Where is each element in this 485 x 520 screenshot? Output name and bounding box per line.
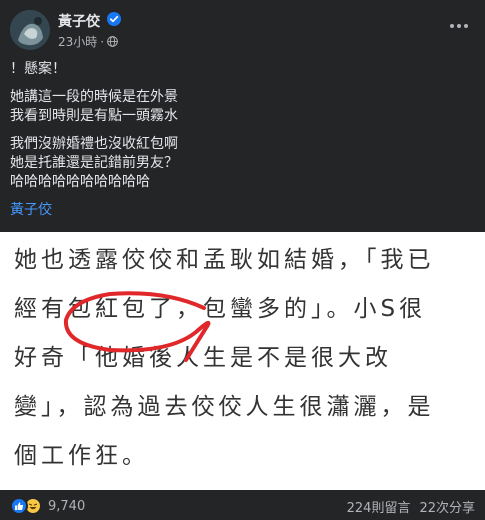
- reactions-summary[interactable]: 9,740: [10, 497, 85, 515]
- post-text-line: 她是托誰還是記錯前男友？: [10, 155, 178, 171]
- news-text-line: 變」，認為過去佼佼人生很瀟灑，是: [14, 394, 435, 420]
- more-options-icon[interactable]: [445, 16, 473, 36]
- post-meta: 23小時 ·: [58, 33, 118, 50]
- author-avatar[interactable]: [10, 10, 50, 50]
- post-stats: 224則留言 22次分享: [347, 497, 475, 516]
- post-text-line: 她講這一段的時候是在外景: [10, 89, 178, 105]
- news-text-line: 經有包紅包了，包蠻多的」。小S很: [14, 296, 427, 322]
- news-text-line: 她也透露佼佼和孟耿如結婚，「我已: [14, 247, 435, 273]
- reaction-count: 9,740: [48, 498, 86, 514]
- post-text-line: 我看到時則是有點一頭霧水: [10, 108, 178, 124]
- avatar-image: [10, 10, 50, 50]
- post-text-line: 我們沒辦婚禮也沒收紅包啊: [10, 136, 178, 152]
- author-tag-link[interactable]: 黃子佼: [10, 201, 475, 220]
- globe-icon[interactable]: [107, 36, 118, 47]
- comments-count-link[interactable]: 224則留言: [347, 497, 411, 516]
- like-reaction-icon: [10, 497, 28, 515]
- post-text-line: ！懸案！: [10, 61, 66, 77]
- post-body: ！懸案！ 她講這一段的時候是在外景 我看到時則是有點一頭霧水 我們沒辦婚禮也沒收…: [10, 60, 475, 229]
- news-screenshot-image[interactable]: 她也透露佼佼和孟耿如結婚，「我已 經有包紅包了，包蠻多的」。小S很 好奇「他婚後…: [0, 232, 485, 490]
- news-text-block: 她也透露佼佼和孟耿如結婚，「我已 經有包紅包了，包蠻多的」。小S很 好奇「他婚後…: [14, 236, 474, 481]
- post-timestamp[interactable]: 23小時: [58, 33, 97, 50]
- news-text-line: 好奇「他婚後人生是不是很大改: [14, 345, 392, 371]
- meta-separator: ·: [100, 34, 105, 49]
- post-header: 黃子佼 23小時 ·: [0, 0, 485, 58]
- post-footer: 9,740 224則留言 22次分享: [0, 490, 485, 520]
- author-name[interactable]: 黃子佼: [58, 11, 100, 31]
- verified-badge-icon: [107, 12, 121, 26]
- post-text-line: 哈哈哈哈哈哈哈哈哈哈: [10, 174, 150, 190]
- shares-count-link[interactable]: 22次分享: [419, 497, 475, 516]
- news-text-line: 個工作狂。: [14, 443, 149, 469]
